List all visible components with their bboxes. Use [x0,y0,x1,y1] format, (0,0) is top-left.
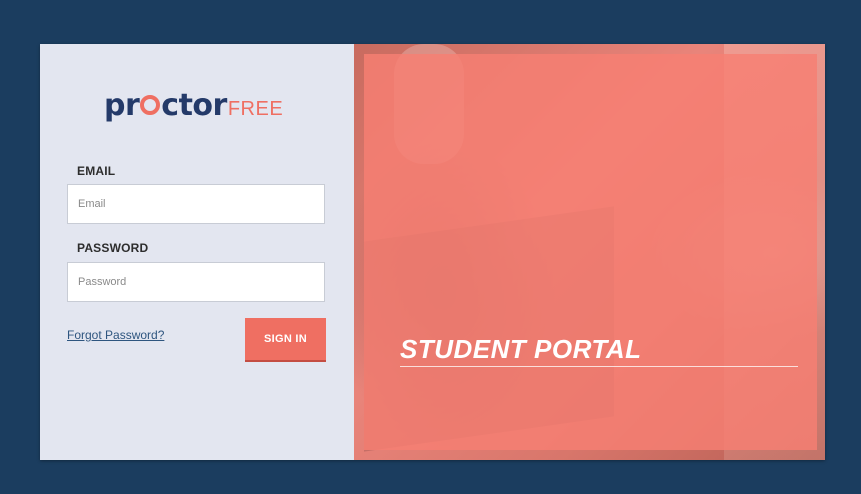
sign-in-button[interactable]: SIGN IN [245,318,326,360]
email-field[interactable] [67,184,325,224]
hero-overlay: STUDENT PORTAL [364,54,817,450]
logo-o-ring-icon [140,95,161,115]
hero-panel: STUDENT PORTAL [354,44,825,460]
email-label: EMAIL [77,164,116,178]
password-label: PASSWORD [77,241,149,255]
logo-text-free: FREE [227,98,284,120]
login-card: prctorFREE EMAIL PASSWORD Forgot Passwor… [40,44,825,460]
title-divider [400,366,798,367]
login-panel: prctorFREE EMAIL PASSWORD Forgot Passwor… [40,44,354,460]
proctorfree-logo: pr ctorFREE [104,88,283,123]
logo-text-pr: pr [104,88,140,123]
logo-text-ctor: ctor [161,88,227,123]
portal-title: STUDENT PORTAL [400,334,642,364]
forgot-password-link[interactable]: Forgot Password? [67,328,164,342]
password-field[interactable] [67,262,325,302]
